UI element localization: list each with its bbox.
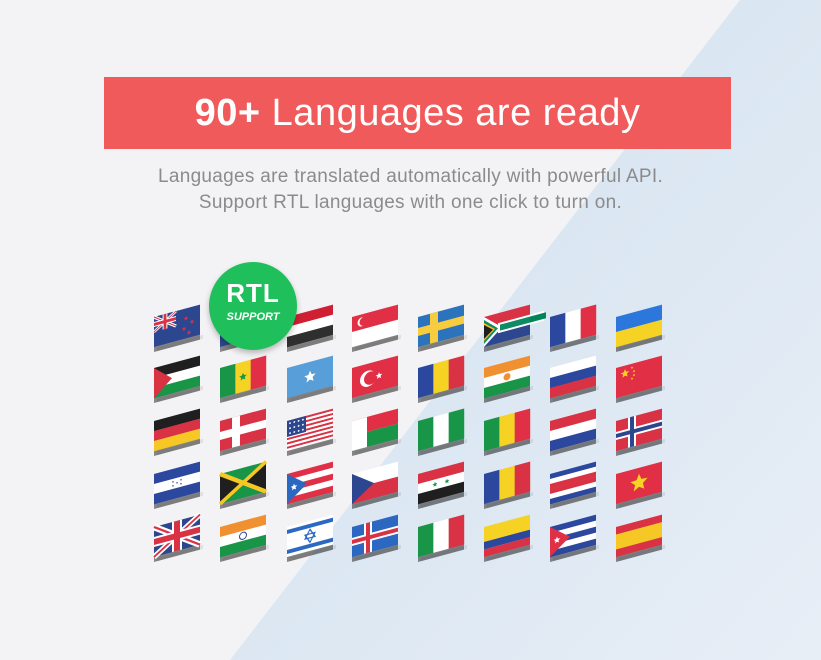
united-kingdom-flag [152,512,203,562]
russia-flag [550,355,599,403]
chad-flag [484,461,533,509]
israel-flag [287,514,336,562]
madagascar-flag [352,408,401,456]
india-flag [220,514,269,562]
puerto-rico-flag [287,461,336,509]
rtl-support-badge: RTL SUPPORT [209,262,297,350]
colombia-flag [484,514,533,562]
mali-flag [484,408,533,456]
rtl-badge-title: RTL [226,278,280,308]
rtl-badge-subtitle: SUPPORT [226,311,280,323]
france-flag [550,304,599,352]
vietnam-flag [616,461,665,509]
germany-flag [154,408,203,456]
turkey-flag [352,355,401,403]
singapore-flag [352,304,401,352]
honduras-flag [154,461,203,509]
senegal-flag [220,355,269,403]
somalia-flag [287,355,336,403]
flag-grid [152,304,665,562]
palestine-flag [154,355,203,403]
jamaica-flag [218,460,269,509]
new-zealand-flag [153,304,203,352]
china-flag [616,355,665,403]
spain-flag [616,514,665,562]
usa-flag [287,408,336,456]
ukraine-flag [616,304,665,352]
sweden-flag [418,304,467,352]
cuba-flag [550,514,599,562]
costa-rica-flag [550,461,599,509]
denmark-flag [220,408,269,456]
czech-republic-flag [352,461,401,509]
norway-flag [616,408,665,456]
romania-flag [418,355,467,403]
iceland-flag [352,514,401,562]
syria-flag [418,461,467,509]
nigeria-flag [418,408,467,456]
niger-flag [484,355,533,403]
italy-flag [418,514,467,562]
netherlands-flag [550,408,599,456]
south-africa-flag [484,304,546,352]
